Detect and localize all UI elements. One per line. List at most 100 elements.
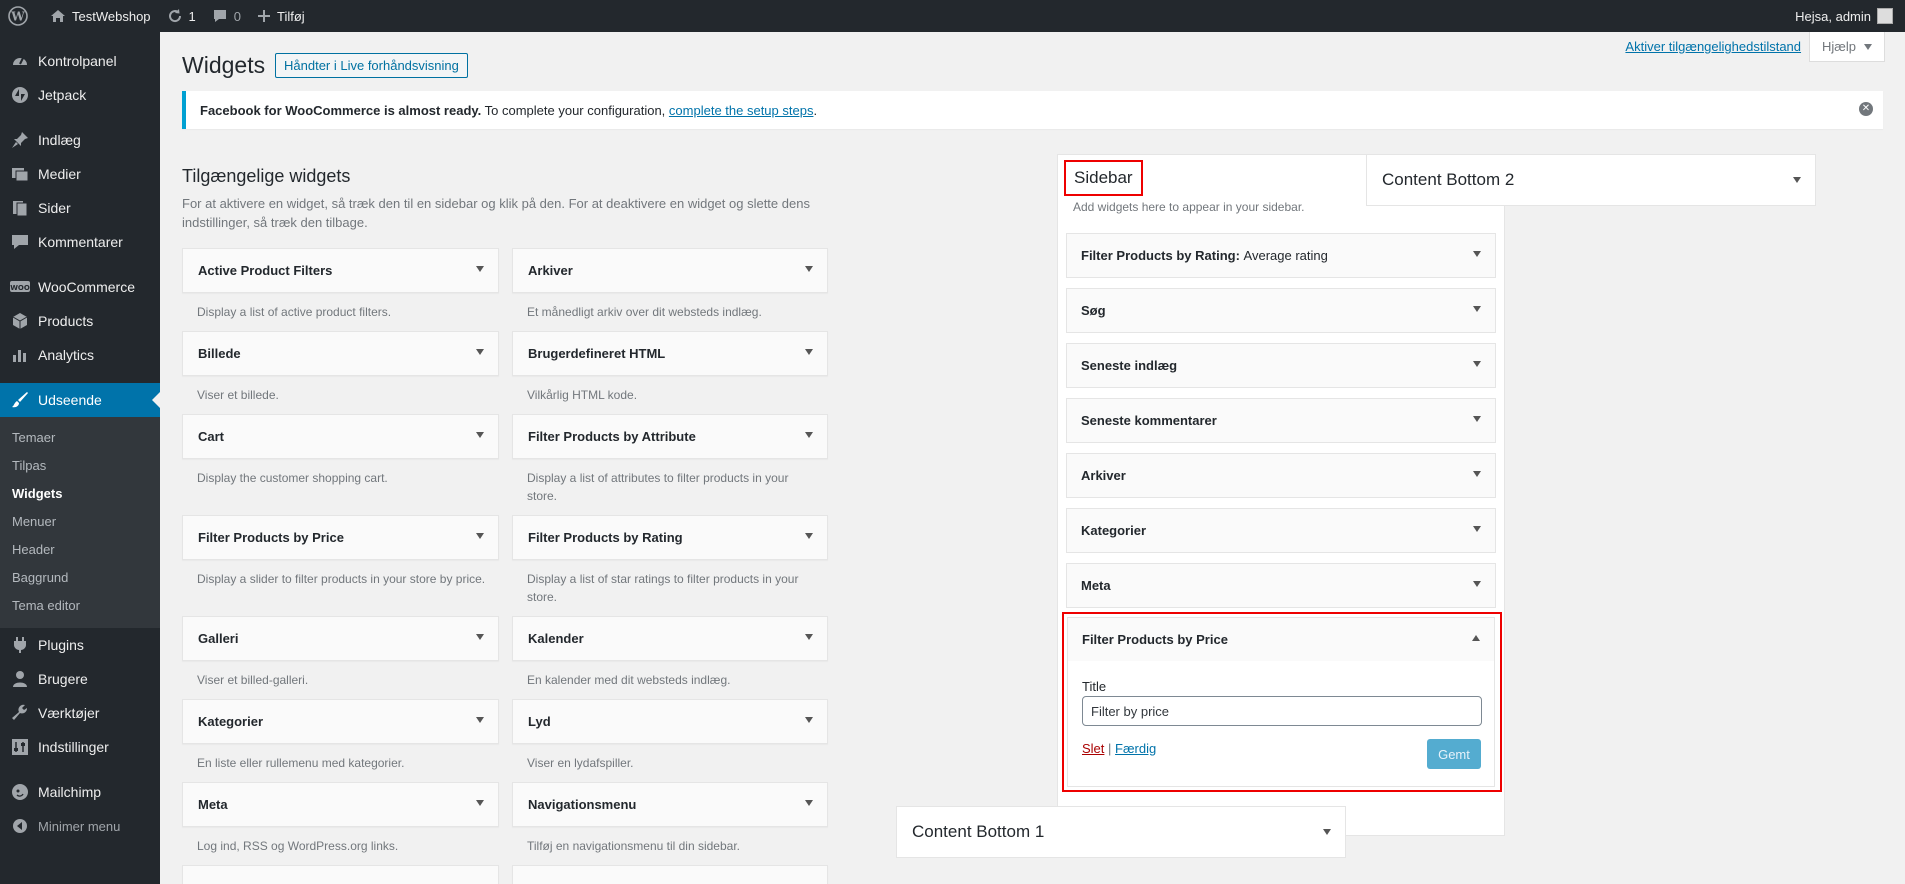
chevron-down-icon[interactable] <box>1793 177 1801 183</box>
chevron-down-icon[interactable] <box>1473 526 1481 532</box>
collapse-menu-button[interactable]: Minimer menu <box>0 809 160 843</box>
widget-arkiver[interactable]: Arkiver <box>512 248 828 293</box>
new-content-link[interactable]: Tilføj <box>249 0 313 32</box>
chevron-down-icon[interactable] <box>1323 829 1331 835</box>
chevron-down-icon[interactable] <box>805 533 813 539</box>
submenu-item-widgets[interactable]: Widgets <box>0 480 160 508</box>
widget-filter-products-by-rating[interactable]: Filter Products by Rating <box>512 515 828 560</box>
updates-count: 1 <box>188 8 196 24</box>
help-button[interactable]: Hjælp <box>1809 32 1885 62</box>
avatar[interactable] <box>1877 8 1893 24</box>
wordpress-logo-icon[interactable]: W <box>0 0 42 32</box>
dashboard-icon <box>10 51 30 71</box>
chevron-down-icon[interactable] <box>805 266 813 272</box>
chevron-down-icon[interactable] <box>805 349 813 355</box>
menu-item-vaerktoejer[interactable]: Værktøjer <box>0 696 160 730</box>
widget-galleri[interactable]: Galleri <box>182 616 499 661</box>
live-preview-button[interactable]: Håndter i Live forhåndsvisning <box>275 53 468 78</box>
widget-kategorier[interactable]: Kategorier <box>182 699 499 744</box>
chevron-down-icon[interactable] <box>1473 416 1481 422</box>
menu-item-sider[interactable]: Sider <box>0 191 160 225</box>
sidebar-widget-seneste-kommentarer[interactable]: Seneste kommentarer <box>1066 398 1496 443</box>
submenu-item-tilpas[interactable]: Tilpas <box>0 452 160 480</box>
site-name-link[interactable]: TestWebshop <box>42 0 159 32</box>
chevron-down-icon[interactable] <box>1473 306 1481 312</box>
comments-link[interactable]: 0 <box>204 0 249 32</box>
widget-active-product-filters[interactable]: Active Product Filters <box>182 248 499 293</box>
widget-partial[interactable] <box>182 865 499 884</box>
sidebar-widget-area: Sidebar Add widgets here to appear in yo… <box>1057 154 1505 836</box>
widget-description: Vilkårlig HTML kode. <box>527 388 638 402</box>
chevron-down-icon[interactable] <box>476 432 484 438</box>
chevron-down-icon[interactable] <box>476 800 484 806</box>
title-input[interactable]: Filter by price <box>1082 696 1482 726</box>
sidebar-widget-soeg[interactable]: Søg <box>1066 288 1496 333</box>
sidebar-widget-filter-by-rating[interactable]: Filter Products by Rating: Average ratin… <box>1066 233 1496 278</box>
account-greeting[interactable]: Hejsa, admin <box>1795 9 1871 24</box>
menu-item-products[interactable]: Products <box>0 304 160 338</box>
menu-item-jetpack[interactable]: Jetpack <box>0 78 160 112</box>
chevron-down-icon[interactable] <box>476 634 484 640</box>
chevron-down-icon[interactable] <box>805 800 813 806</box>
save-button[interactable]: Gemt <box>1427 739 1481 769</box>
menu-item-woocommerce[interactable]: WOO WooCommerce <box>0 270 160 304</box>
user-icon <box>10 669 30 689</box>
widget-lyd[interactable]: Lyd <box>512 699 828 744</box>
updates-icon <box>168 9 181 23</box>
widget-kalender[interactable]: Kalender <box>512 616 828 661</box>
submenu-item-baggrund[interactable]: Baggrund <box>0 564 160 592</box>
sidebar-widget-arkiver[interactable]: Arkiver <box>1066 453 1496 498</box>
setup-steps-link[interactable]: complete the setup steps <box>669 103 814 118</box>
updates-link[interactable]: 1 <box>159 0 204 32</box>
widget-description: Display the customer shopping cart. <box>197 471 388 485</box>
chevron-down-icon[interactable] <box>1473 471 1481 477</box>
menu-item-indstillinger[interactable]: Indstillinger <box>0 730 160 764</box>
chevron-down-icon[interactable] <box>1473 361 1481 367</box>
chevron-down-icon[interactable] <box>476 717 484 723</box>
delete-link[interactable]: Slet <box>1082 741 1104 756</box>
sidebar-title[interactable]: Sidebar <box>1064 160 1143 196</box>
widget-filter-products-by-price[interactable]: Filter Products by Price <box>182 515 499 560</box>
widget-navigationsmenu[interactable]: Navigationsmenu <box>512 782 828 827</box>
widget-description: Viser et billede. <box>197 388 279 402</box>
menu-item-kommentarer[interactable]: Kommentarer <box>0 225 160 259</box>
widget-cart[interactable]: Cart <box>182 414 499 459</box>
chevron-down-icon[interactable] <box>476 266 484 272</box>
submenu-item-menuer[interactable]: Menuer <box>0 508 160 536</box>
chevron-down-icon[interactable] <box>476 349 484 355</box>
menu-item-plugins[interactable]: Plugins <box>0 628 160 662</box>
widget-billede[interactable]: Billede <box>182 331 499 376</box>
open-widget-header[interactable]: Filter Products by Price <box>1067 617 1495 662</box>
content-bottom-2-area[interactable]: Content Bottom 2 <box>1366 154 1816 206</box>
submenu-item-temaer[interactable]: Temaer <box>0 424 160 452</box>
chevron-up-icon[interactable] <box>1472 635 1480 641</box>
content-bottom-1-area[interactable]: Content Bottom 1 <box>896 806 1346 858</box>
widget-filter-products-by-attribute[interactable]: Filter Products by Attribute <box>512 414 828 459</box>
menu-item-indlaeg[interactable]: Indlæg <box>0 123 160 157</box>
done-link[interactable]: Færdig <box>1115 741 1156 756</box>
dismiss-icon[interactable]: ✕ <box>1859 102 1873 116</box>
sidebar-widget-seneste-indlaeg[interactable]: Seneste indlæg <box>1066 343 1496 388</box>
chevron-down-icon[interactable] <box>476 533 484 539</box>
submenu-item-tema-editor[interactable]: Tema editor <box>0 592 160 620</box>
widget-brugerdefineret-html[interactable]: Brugerdefineret HTML <box>512 331 828 376</box>
menu-item-kontrolpanel[interactable]: Kontrolpanel <box>0 44 160 78</box>
sidebar-widget-kategorier[interactable]: Kategorier <box>1066 508 1496 553</box>
sidebar-widget-meta[interactable]: Meta <box>1066 563 1496 608</box>
chevron-down-icon[interactable] <box>1473 581 1481 587</box>
submenu-item-header[interactable]: Header <box>0 536 160 564</box>
menu-item-udseende[interactable]: Udseende <box>0 383 160 417</box>
chevron-down-icon[interactable] <box>805 634 813 640</box>
accessibility-mode-link[interactable]: Aktiver tilgængelighedstilstand <box>1625 39 1801 54</box>
menu-item-brugere[interactable]: Brugere <box>0 662 160 696</box>
menu-item-mailchimp[interactable]: Mailchimp <box>0 775 160 809</box>
caret-down-icon <box>1864 43 1872 50</box>
widget-meta[interactable]: Meta <box>182 782 499 827</box>
chevron-down-icon[interactable] <box>805 432 813 438</box>
menu-item-medier[interactable]: Medier <box>0 157 160 191</box>
comment-icon <box>10 232 30 252</box>
menu-item-analytics[interactable]: Analytics <box>0 338 160 372</box>
chevron-down-icon[interactable] <box>805 717 813 723</box>
widget-partial[interactable] <box>512 865 828 884</box>
chevron-down-icon[interactable] <box>1473 251 1481 257</box>
